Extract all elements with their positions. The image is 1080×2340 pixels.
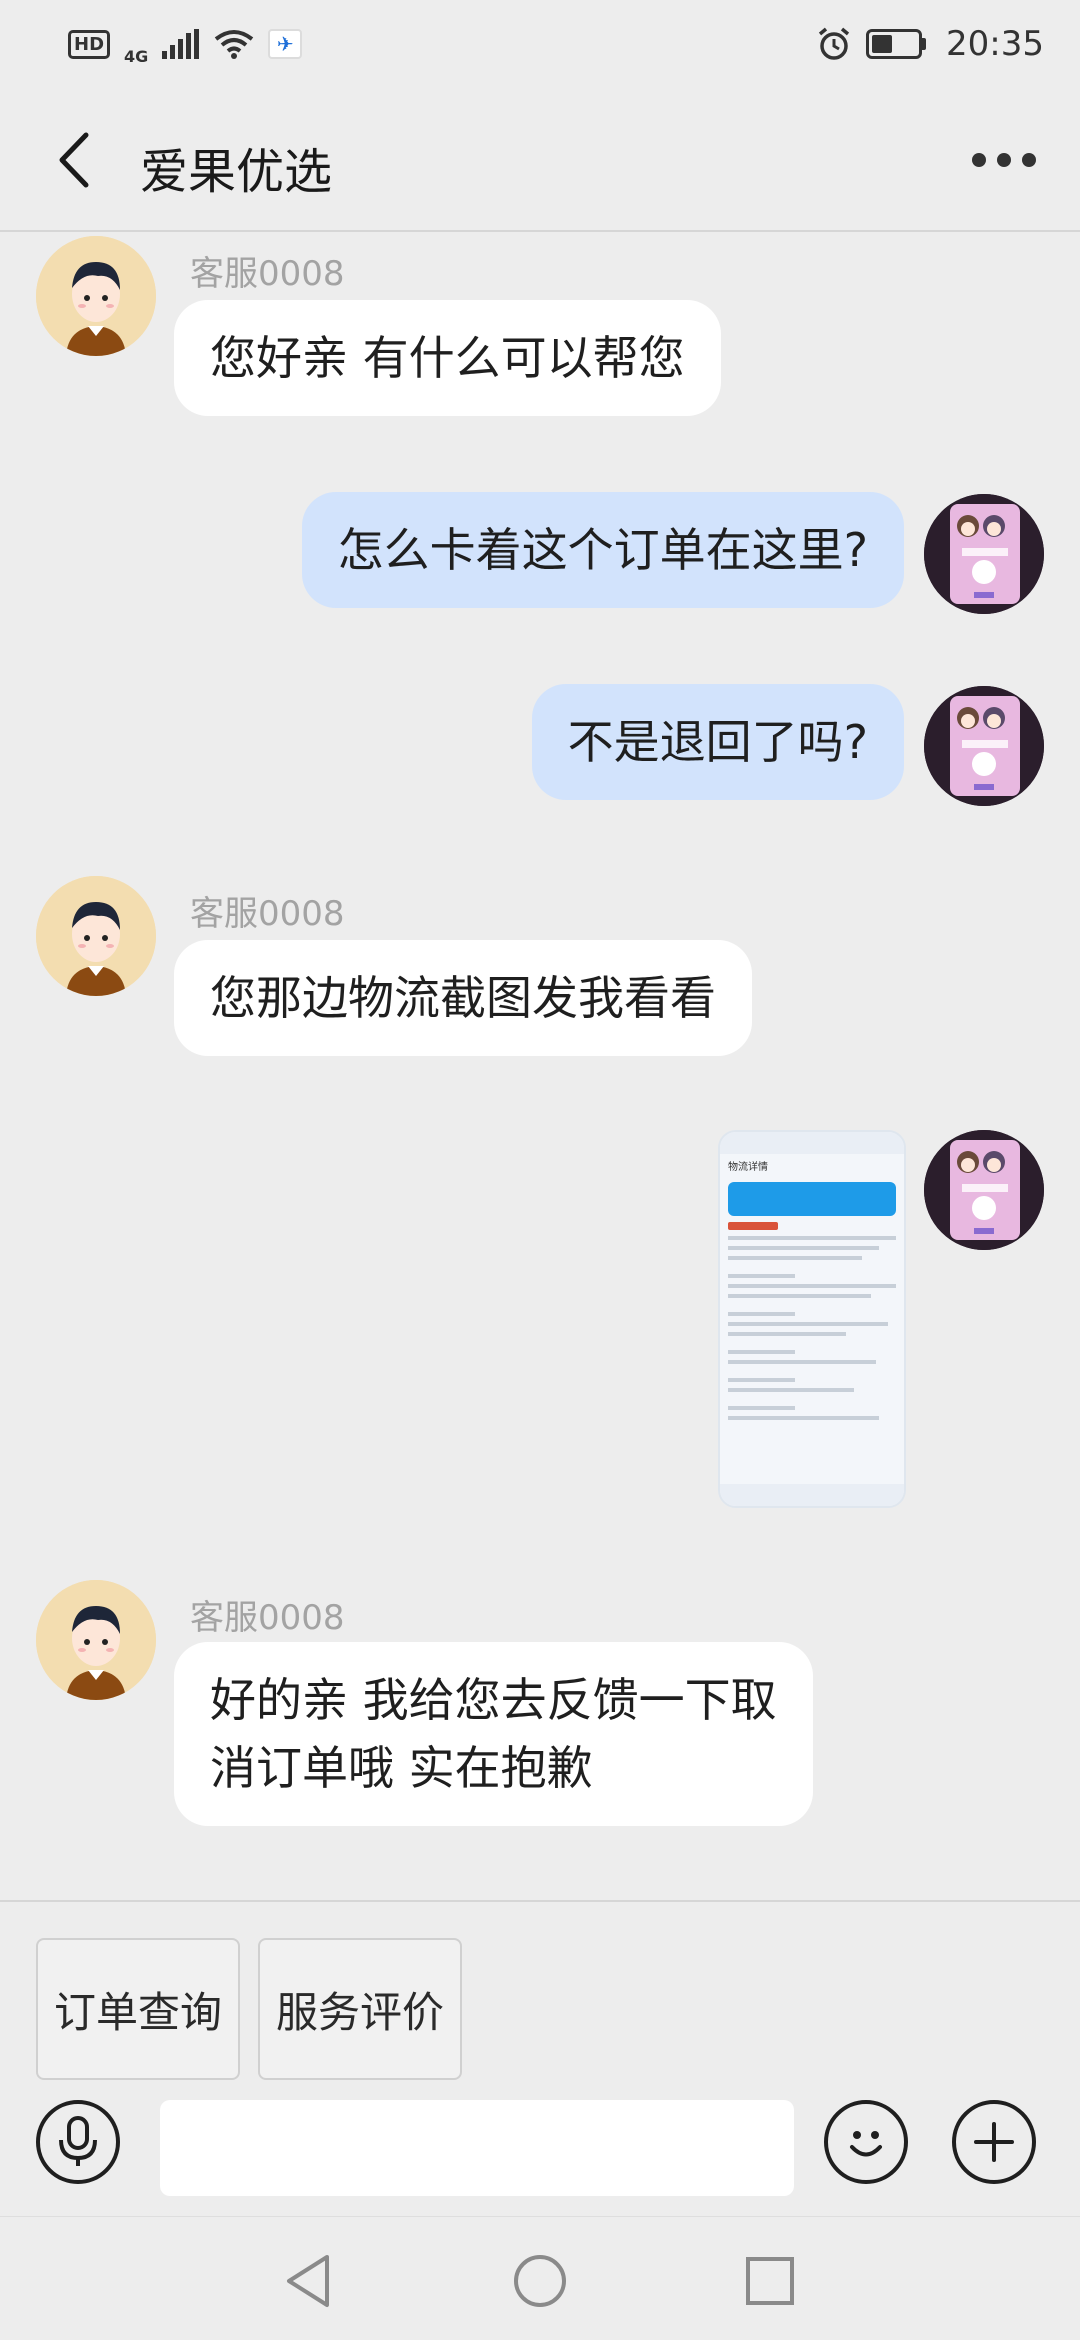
home-circle-icon <box>514 2255 566 2307</box>
page-title: 爱果优选 <box>140 144 333 200</box>
back-triangle-icon <box>287 2255 329 2307</box>
header: 爱果优选 <box>0 88 1080 232</box>
system-recents-button[interactable] <box>742 2253 798 2309</box>
input-bar <box>0 2100 1080 2212</box>
message-bubble-outgoing[interactable]: 怎么卡着这个订单在这里? <box>301 492 904 608</box>
plus-icon <box>974 2122 1014 2162</box>
message-list[interactable]: 客服0008 您好亲 有什么可以帮您 怎么卡着这个订单在这里? 不是退回了吗? … <box>0 232 1080 1900</box>
alarm-icon <box>818 27 850 60</box>
message-bubble-incoming[interactable]: 您那边物流截图发我看看 <box>174 940 752 1056</box>
message-bubble-incoming[interactable]: 您好亲 有什么可以帮您 <box>174 300 721 416</box>
battery-icon <box>866 29 927 59</box>
status-bar: HD 4G ✈ 20:35 <box>0 0 1080 88</box>
wifi-icon <box>215 30 254 59</box>
status-right: 20:35 <box>816 24 1044 64</box>
quick-reply-service-rating[interactable]: 服务评价 <box>258 1938 462 2080</box>
chat-screen: HD 4G ✈ 20:35 爱果优选 客服0008 您好亲 有什么可以帮您 怎么… <box>0 0 1080 2340</box>
user-avatar[interactable] <box>924 1130 1044 1250</box>
user-avatar[interactable] <box>924 494 1044 614</box>
app-notification-icon: ✈ <box>268 29 303 59</box>
network-type: 4G <box>124 47 149 66</box>
message-bubble-incoming[interactable]: 好的亲 我给您去反馈一下取 消订单哦 实在抱歉 <box>174 1642 813 1826</box>
back-button[interactable] <box>44 128 104 192</box>
hd-icon: HD <box>68 29 111 59</box>
sender-name: 客服0008 <box>190 894 345 934</box>
chevron-left-icon <box>59 132 89 188</box>
quick-reply-order-query[interactable]: 订单查询 <box>36 1938 240 2080</box>
message-input[interactable] <box>160 2100 794 2196</box>
status-left: HD 4G ✈ <box>68 23 303 66</box>
more-button[interactable] <box>972 140 1036 180</box>
agent-avatar[interactable] <box>36 1580 156 1700</box>
more-dots-icon <box>972 153 986 167</box>
user-avatar[interactable] <box>924 686 1044 806</box>
image-message-logistics-screenshot[interactable]: 物流详情 <box>718 1130 906 1508</box>
clock: 20:35 <box>946 24 1044 64</box>
recents-square-icon <box>746 2257 794 2305</box>
image-title: 物流详情 <box>728 1161 768 1173</box>
microphone-icon <box>59 2116 97 2166</box>
sender-name: 客服0008 <box>190 1598 345 1638</box>
voice-button[interactable] <box>36 2100 120 2184</box>
system-back-button[interactable] <box>280 2253 336 2309</box>
agent-avatar[interactable] <box>36 236 156 356</box>
emoji-button[interactable] <box>824 2100 908 2184</box>
sender-name: 客服0008 <box>190 254 345 294</box>
agent-avatar[interactable] <box>36 876 156 996</box>
quick-reply-bar: 订单查询 服务评价 <box>0 1900 1080 2100</box>
emoji-icon <box>850 2131 882 2157</box>
system-home-button[interactable] <box>512 2253 568 2309</box>
message-bubble-outgoing[interactable]: 不是退回了吗? <box>531 684 904 800</box>
system-navigation-bar <box>0 2216 1080 2340</box>
more-actions-button[interactable] <box>952 2100 1036 2184</box>
signal-icon <box>162 29 200 59</box>
